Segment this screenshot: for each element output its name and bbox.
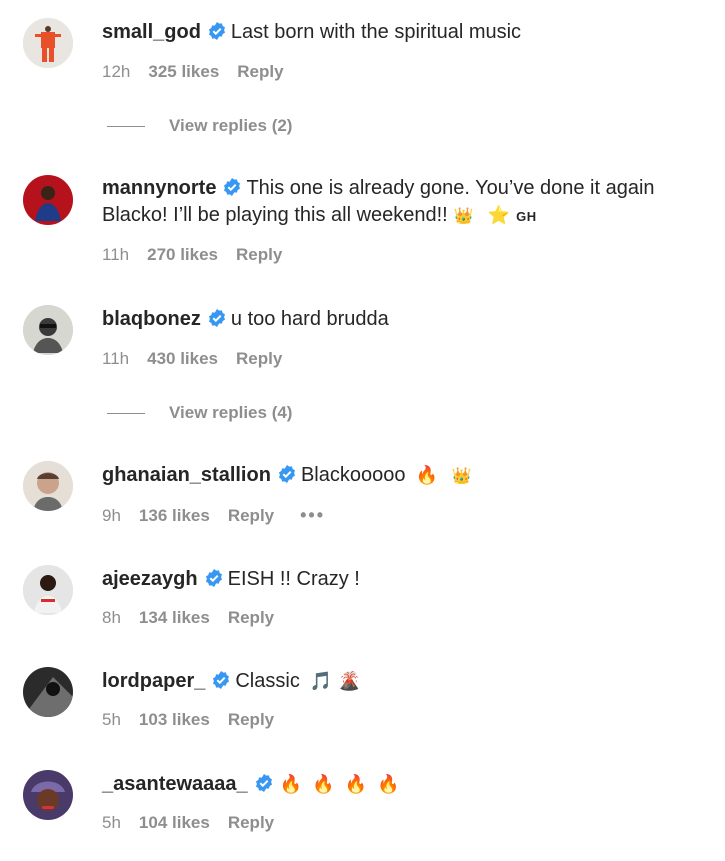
- comment-body: mannynorte This one is already gone. You’…: [102, 175, 705, 230]
- verified-badge-icon: [207, 21, 227, 41]
- replies-divider: [107, 126, 145, 128]
- username[interactable]: mannynorte: [102, 177, 216, 199]
- verified-badge-icon: [211, 670, 231, 690]
- avatar[interactable]: [23, 175, 73, 225]
- likes-count[interactable]: 103 likes: [139, 710, 210, 729]
- avatar[interactable]: [23, 18, 73, 68]
- reply-button[interactable]: Reply: [228, 608, 274, 627]
- star-emoji: ⭐: [487, 205, 511, 225]
- comment-body: small_god Last born with the spiritual mu…: [102, 19, 705, 46]
- comment-body: ghanaian_stallion Blackooooo 🔥 👑: [102, 462, 705, 490]
- likes-count[interactable]: 134 likes: [139, 608, 210, 627]
- comment-body: _asantewaaaa_ 🔥 🔥 🔥 🔥: [102, 771, 705, 798]
- view-replies-button[interactable]: View replies (4): [107, 403, 292, 423]
- likes-count[interactable]: 136 likes: [139, 506, 210, 525]
- timestamp: 5h: [102, 710, 121, 729]
- view-replies-button[interactable]: View replies (2): [107, 116, 292, 136]
- username[interactable]: _asantewaaaa_: [102, 773, 248, 795]
- timestamp: 11h: [102, 349, 130, 368]
- comment-meta: 11h 430 likes Reply: [102, 349, 300, 369]
- username[interactable]: ajeezaygh: [102, 568, 198, 590]
- avatar[interactable]: [23, 770, 73, 820]
- comment-body: blaqbonez u too hard brudda: [102, 306, 705, 333]
- reply-button[interactable]: Reply: [237, 62, 283, 81]
- comment-body: lordpaper_ Classic 🎵 🌋: [102, 668, 705, 695]
- comment-meta: 8h 134 likes Reply: [102, 608, 292, 628]
- avatar[interactable]: [23, 305, 73, 355]
- comment-text: Classic: [235, 670, 300, 692]
- fire-emoji: 🔥: [376, 774, 400, 794]
- more-options-icon[interactable]: •••: [300, 505, 325, 525]
- country-tag: GH: [516, 209, 537, 224]
- reply-button[interactable]: Reply: [228, 506, 274, 525]
- comment-meta: 5h 104 likes Reply: [102, 813, 292, 833]
- music-note-emoji: 🎵: [309, 671, 333, 691]
- username[interactable]: small_god: [102, 21, 201, 43]
- comment-body: ajeezaygh EISH !! Crazy !: [102, 566, 705, 593]
- reply-button[interactable]: Reply: [236, 245, 282, 264]
- username[interactable]: ghanaian_stallion: [102, 464, 271, 486]
- comment-text: EISH !! Crazy !: [227, 568, 360, 590]
- likes-count[interactable]: 325 likes: [148, 62, 219, 81]
- comment-meta: 12h 325 likes Reply: [102, 62, 302, 82]
- likes-count[interactable]: 104 likes: [139, 813, 210, 832]
- comment-text: Last born with the spiritual music: [230, 21, 522, 43]
- fire-emoji: 🔥: [415, 465, 438, 485]
- fire-emoji: 🔥: [312, 774, 335, 794]
- view-replies-label: View replies (2): [169, 116, 293, 135]
- fire-emoji: 🔥: [279, 774, 303, 794]
- username[interactable]: blaqbonez: [102, 308, 201, 330]
- comment-text: u too hard brudda: [230, 308, 389, 330]
- verified-badge-icon: [254, 773, 274, 793]
- volcano-emoji: 🌋: [338, 671, 361, 691]
- verified-badge-icon: [277, 464, 297, 484]
- likes-count[interactable]: 430 likes: [147, 349, 218, 368]
- comment-text: Blackooooo: [300, 464, 406, 486]
- replies-divider: [107, 413, 145, 415]
- crown-emoji: 👑: [451, 468, 472, 485]
- verified-badge-icon: [204, 568, 224, 588]
- likes-count[interactable]: 270 likes: [147, 245, 218, 264]
- verified-badge-icon: [207, 308, 227, 328]
- timestamp: 5h: [102, 813, 121, 832]
- fire-emoji: 🔥: [344, 774, 367, 794]
- view-replies-label: View replies (4): [169, 403, 293, 422]
- crown-emoji: 👑: [453, 208, 474, 225]
- verified-badge-icon: [222, 177, 242, 197]
- reply-button[interactable]: Reply: [228, 813, 274, 832]
- reply-button[interactable]: Reply: [236, 349, 282, 368]
- avatar[interactable]: [23, 461, 73, 511]
- timestamp: 9h: [102, 506, 121, 525]
- comment-meta: 11h 270 likes Reply: [102, 245, 300, 265]
- timestamp: 8h: [102, 608, 121, 627]
- reply-button[interactable]: Reply: [228, 710, 274, 729]
- comment-meta: 9h 136 likes Reply •••: [102, 505, 343, 526]
- avatar[interactable]: [23, 667, 73, 717]
- comment-meta: 5h 103 likes Reply: [102, 710, 292, 730]
- username[interactable]: lordpaper_: [102, 670, 205, 692]
- timestamp: 12h: [102, 62, 131, 81]
- timestamp: 11h: [102, 245, 130, 264]
- avatar[interactable]: [23, 565, 73, 615]
